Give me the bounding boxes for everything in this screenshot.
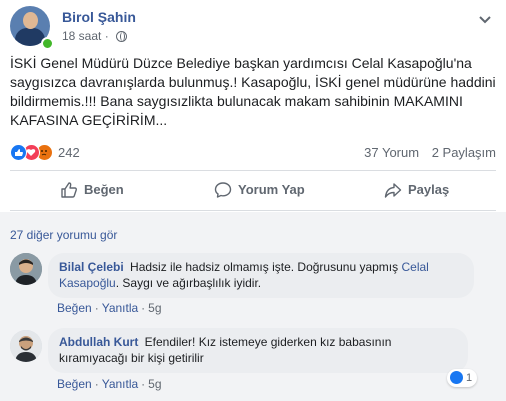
view-more-comments-link[interactable]: 27 diğer yorumu gör	[10, 228, 117, 242]
comment-reaction-badge[interactable]: 1	[447, 369, 478, 387]
comment-reply-link[interactable]: Yanıtla	[102, 301, 138, 315]
comment-reaction-count: 1	[466, 372, 473, 384]
reaction-count[interactable]: 242	[58, 145, 80, 160]
share-button[interactable]: Paylaş	[384, 172, 449, 208]
comment-text-end: . Saygı ve ağırbaşlılık iyidir.	[115, 276, 262, 290]
comment-time[interactable]: 5g	[148, 301, 161, 315]
post-time[interactable]: 18 saat	[62, 29, 101, 43]
comment-time[interactable]: 5g	[148, 377, 161, 391]
post-header: Birol Şahin 18 saat ·	[10, 6, 500, 50]
divider	[10, 210, 496, 211]
comment-like-link[interactable]: Beğen	[57, 301, 92, 315]
like-reaction-icon	[450, 371, 463, 384]
comment-author[interactable]: Bilal Çelebi	[59, 260, 124, 274]
comment-count[interactable]: 37 Yorum	[364, 145, 419, 160]
thumbs-up-icon	[61, 182, 77, 198]
reactions-bar: 242 37 Yorum 2 Paylaşım	[10, 143, 496, 163]
facebook-post: Birol Şahin 18 saat · İSKİ Genel Müdürü …	[0, 0, 506, 401]
comment-bubble: Bilal Çelebi Hadsiz ile hadsiz olmamış i…	[48, 253, 474, 298]
comment-label: Yorum Yap	[238, 182, 305, 197]
share-count[interactable]: 2 Paylaşım	[432, 145, 496, 160]
share-label: Paylaş	[408, 182, 450, 197]
comment-author[interactable]: Abdullah Kurt	[59, 335, 138, 349]
commenter-avatar[interactable]	[10, 253, 42, 285]
comment-text: Hadsiz ile hadsiz olmamış işte. Doğrusun…	[130, 260, 402, 274]
post-author-name[interactable]: Birol Şahin	[62, 9, 136, 25]
comment-bubble: Abdullah Kurt Efendiler! Kız istemeye gi…	[48, 328, 468, 373]
post-body-text: İSKİ Genel Müdürü Düzce Belediye başkan …	[10, 55, 496, 128]
chevron-down-icon[interactable]	[478, 14, 492, 24]
comment-actions: Beğen · Yanıtla · 5g	[57, 377, 162, 391]
divider	[10, 170, 496, 171]
comment-actions: Beğen · Yanıtla · 5g	[57, 301, 162, 315]
like-reaction-icon[interactable]	[10, 144, 27, 161]
share-arrow-icon	[384, 183, 402, 198]
online-status-icon	[41, 37, 54, 50]
comment-button[interactable]: Yorum Yap	[214, 172, 305, 208]
public-globe-icon[interactable]	[116, 31, 128, 42]
post-actions: Beğen Yorum Yap Paylaş	[10, 172, 496, 208]
comment-like-link[interactable]: Beğen	[57, 377, 92, 391]
engagement-counts: 37 Yorum 2 Paylaşım	[355, 145, 496, 160]
comment-bubble-icon	[214, 182, 232, 198]
post-meta: 18 saat ·	[62, 29, 128, 43]
comment-reply-link[interactable]: Yanıtla	[102, 377, 138, 391]
like-button[interactable]: Beğen	[60, 172, 124, 208]
commenter-avatar[interactable]	[10, 330, 42, 362]
like-label: Beğen	[84, 182, 124, 197]
